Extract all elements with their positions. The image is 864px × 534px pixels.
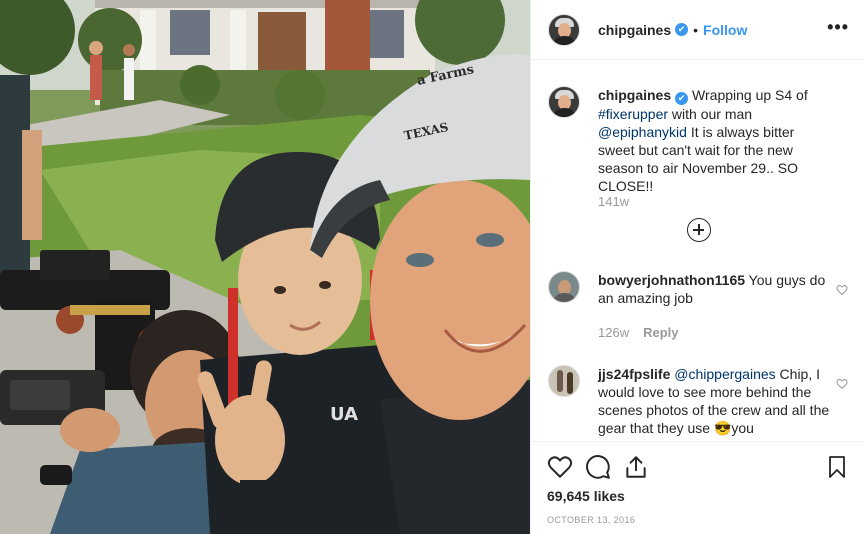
bookmark-icon[interactable]: [825, 454, 849, 480]
comment-text: bowyerjohnathon1165 You guys do an amazi…: [598, 271, 834, 307]
verified-badge-icon: ✔: [675, 23, 689, 36]
caption-text: chipgaines ✔ Wrapping up S4 of #fixeruppe…: [598, 86, 834, 195]
side-panel: chipgaines ✔ • Follow ••• chipgaines ✔ Wr…: [530, 0, 864, 534]
instagram-post: a Farms TEXAS UA chipgaines ✔ • Follow •…: [0, 0, 864, 534]
share-icon[interactable]: [623, 454, 649, 480]
caption-text-1: Wrapping up S4 of: [688, 87, 808, 103]
comment-avatar[interactable]: [548, 365, 580, 397]
heart-icon[interactable]: [547, 454, 573, 480]
comments-list[interactable]: chipgaines ✔ Wrapping up S4 of #fixeruppe…: [531, 61, 864, 441]
caption-author[interactable]: chipgaines: [598, 87, 671, 103]
action-icons: [547, 454, 849, 480]
reply-button[interactable]: Reply: [643, 325, 678, 340]
mention-link[interactable]: @epiphanykid: [598, 124, 687, 140]
comment-text: jjs24fpslife @chippergaines Chip, I woul…: [598, 365, 834, 437]
author-avatar[interactable]: [548, 13, 580, 46]
comment-heart-icon[interactable]: [836, 378, 848, 390]
comment-heart-icon[interactable]: [836, 284, 848, 296]
comment-age[interactable]: 126w: [598, 325, 629, 340]
caption-text-2: with our man: [668, 106, 753, 122]
comment-meta: 126w Reply: [598, 325, 678, 340]
caption-verified-icon: ✔: [675, 92, 689, 105]
likes-count[interactable]: 69,645 likes: [547, 488, 625, 504]
post-date[interactable]: OCTOBER 13, 2016: [547, 515, 635, 525]
comment-author[interactable]: jjs24fpslife: [598, 366, 670, 382]
comment-avatar[interactable]: [548, 271, 580, 303]
plus-circle-icon[interactable]: [687, 218, 711, 242]
hashtag-link[interactable]: #fixerupper: [598, 106, 668, 122]
comment-author[interactable]: bowyerjohnathon1165: [598, 272, 745, 288]
separator-dot: •: [693, 21, 699, 38]
comment-icon[interactable]: [585, 454, 611, 480]
follow-button[interactable]: Follow: [703, 22, 747, 38]
post-header: chipgaines ✔ • Follow •••: [531, 0, 864, 60]
caption-avatar[interactable]: [548, 86, 580, 118]
caption-age[interactable]: 141w: [598, 194, 629, 209]
action-bar: 69,645 likes OCTOBER 13, 2016: [531, 441, 864, 534]
shirt-logo: UA: [330, 404, 358, 425]
selfie-photo: a Farms TEXAS UA: [0, 0, 530, 534]
post-photo[interactable]: a Farms TEXAS UA: [0, 0, 530, 534]
author-username[interactable]: chipgaines: [598, 22, 671, 38]
more-options-icon[interactable]: •••: [827, 17, 849, 38]
comment-mention-link[interactable]: @chippergaines: [670, 366, 775, 382]
